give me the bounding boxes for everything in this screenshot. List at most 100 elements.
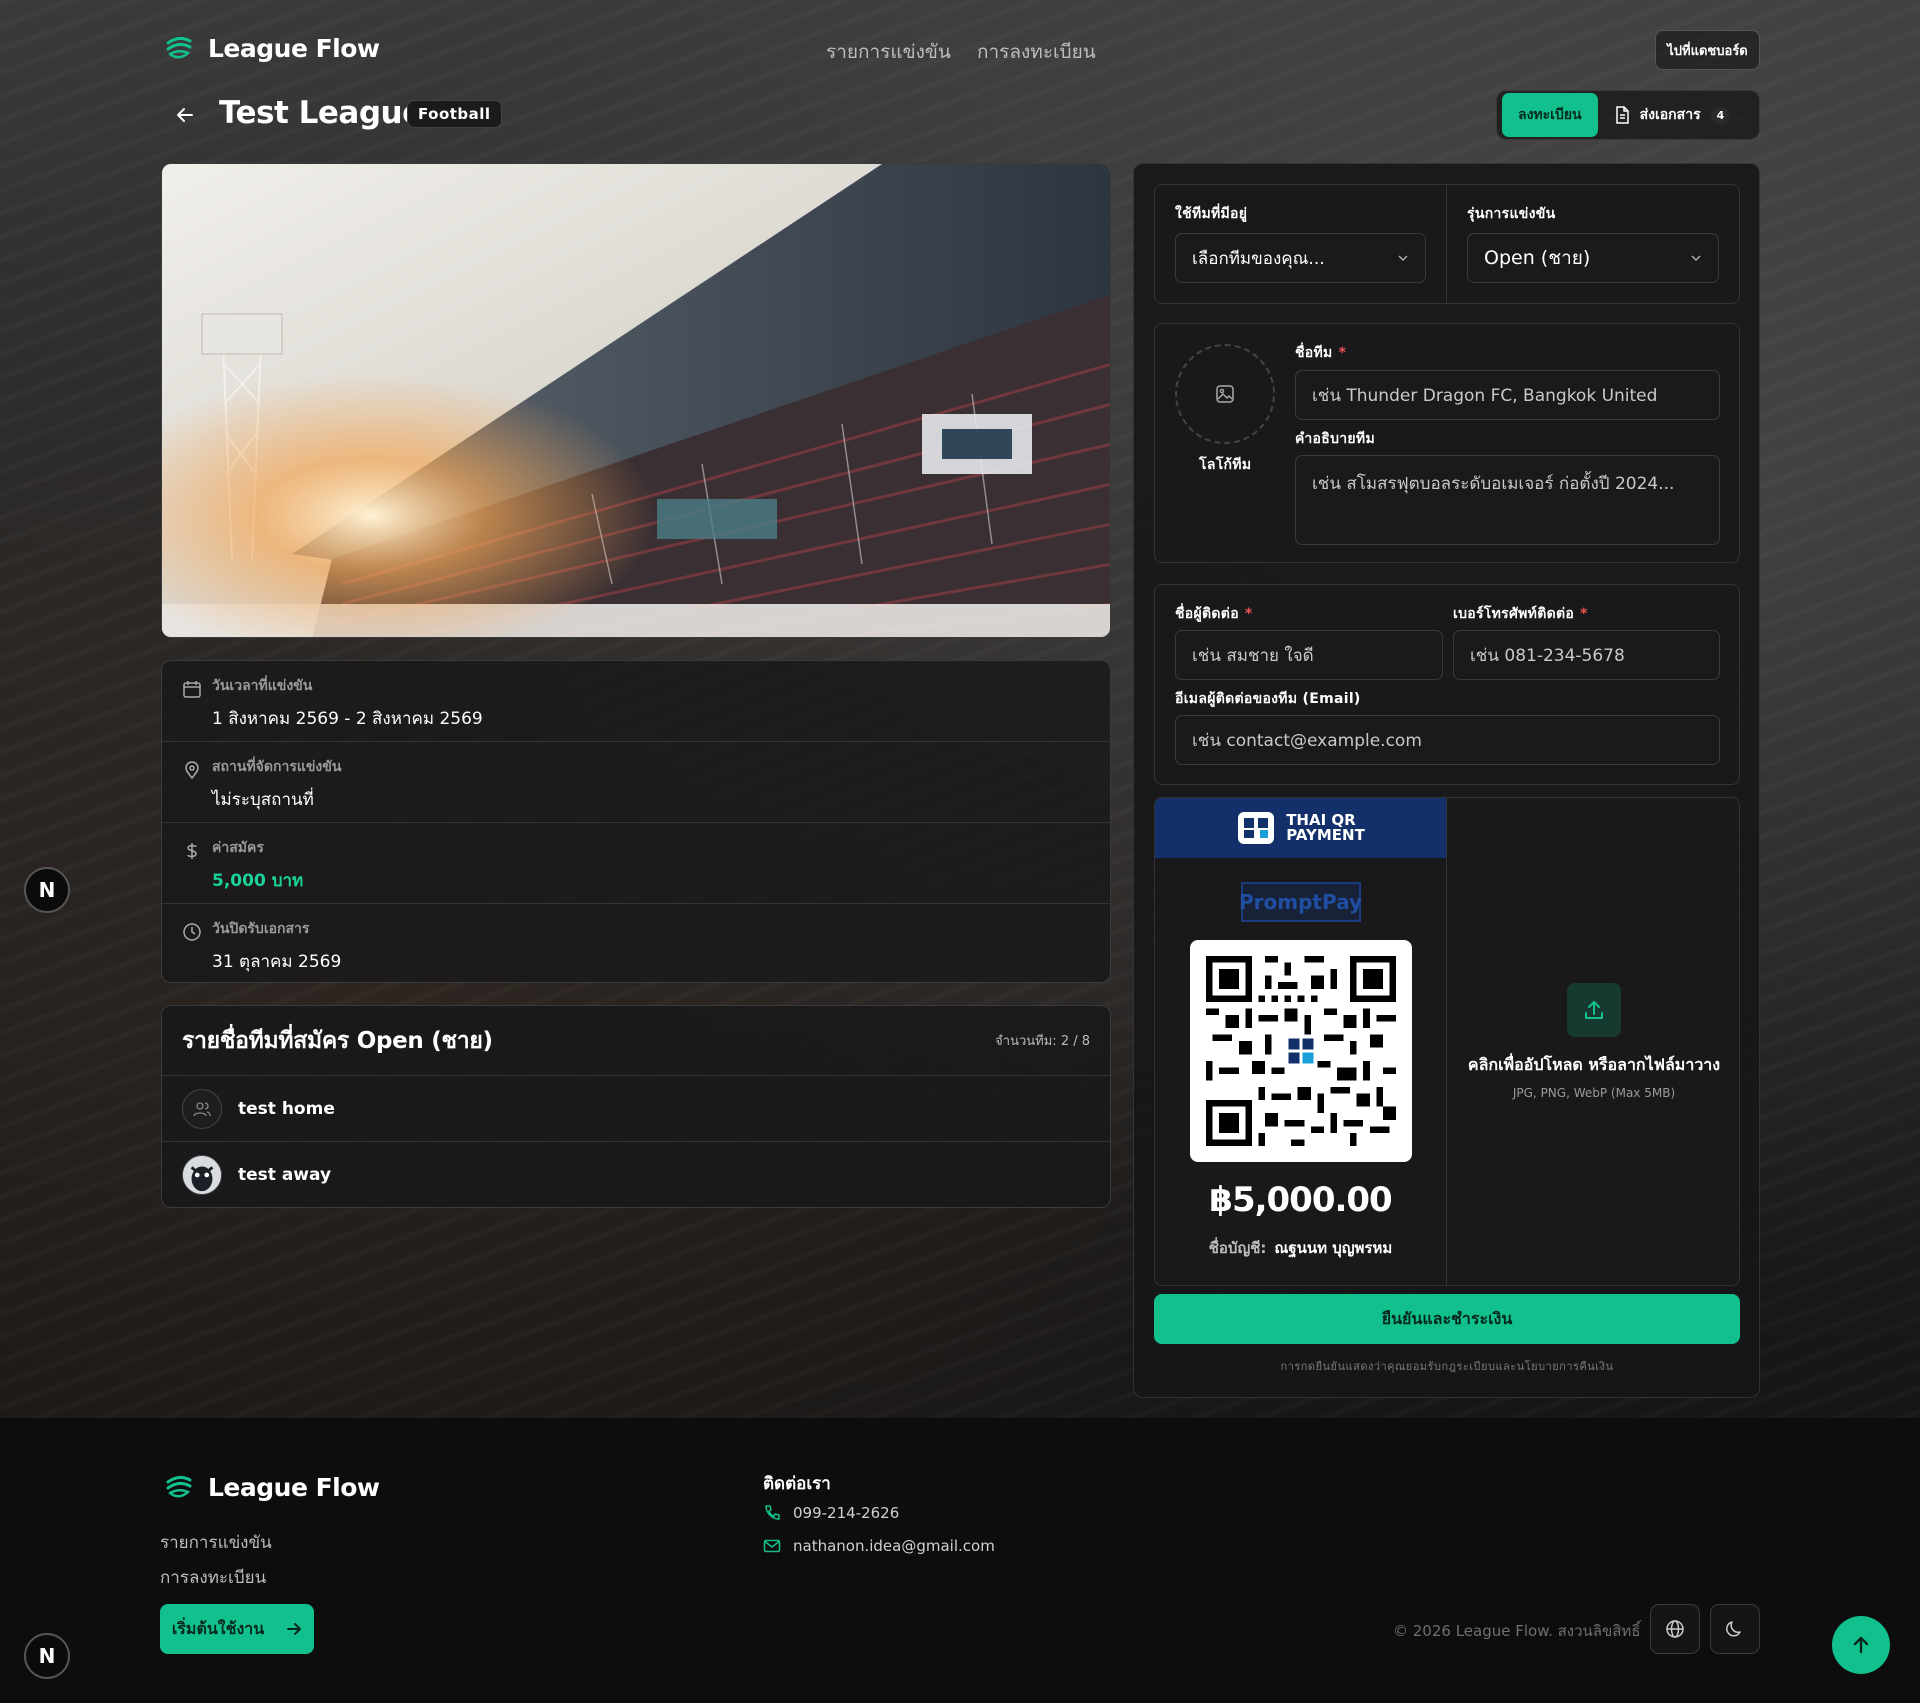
- contact-name-input[interactable]: เช่น สมชาย ใจดี: [1175, 630, 1443, 680]
- page-title: Test League: [219, 95, 423, 131]
- team-row[interactable]: test home: [162, 1076, 1110, 1142]
- footer-brand-logo[interactable]: League Flow: [164, 1472, 380, 1502]
- contact-title: ติดต่อเรา: [763, 1474, 831, 1494]
- calendar-icon: [183, 681, 201, 698]
- language-button[interactable]: [1650, 1604, 1700, 1654]
- promptpay-logo: PromptPay: [1238, 882, 1363, 922]
- info-row-venue: สถานที่จัดการแข่งขัน ไม่ระบุสถานที่: [162, 742, 1110, 823]
- upload-hint: JPG, PNG, WebP (Max 5MB): [1512, 1086, 1676, 1100]
- promptpay-text: PromptPay: [1238, 890, 1363, 914]
- upload-title: คลิกเพื่ออัปโหลด หรือลากไฟล์มาวาง: [1467, 1055, 1721, 1074]
- email-label: อีเมลผู้ติดต่อของทีม (Email): [1175, 691, 1361, 707]
- info-fee-value: 5,000 บาท: [212, 871, 304, 891]
- logo-upload[interactable]: [1175, 344, 1275, 444]
- users-icon: [193, 1101, 211, 1116]
- phone-icon: [765, 1505, 780, 1520]
- next-dev-badge[interactable]: N: [24, 867, 70, 913]
- arrow-right-icon: [287, 1623, 302, 1635]
- globe-icon: [1666, 1620, 1684, 1638]
- account-name: ณฐนนท บุญพรหม: [1274, 1239, 1393, 1257]
- tab-register[interactable]: ลงทะเบียน: [1502, 93, 1598, 137]
- footer-phone-text: 099-214-2626: [793, 1504, 900, 1522]
- get-started-label: เริ่มต้นใช้งาน: [171, 1618, 265, 1638]
- division-select[interactable]: Open (ชาย): [1467, 233, 1719, 283]
- document-icon: [1615, 106, 1629, 124]
- existing-team-select[interactable]: เลือกทีมของคุณ...: [1175, 233, 1426, 283]
- logo-label: โลโก้ทีม: [1199, 457, 1252, 473]
- phone-input[interactable]: เช่น 081-234-5678: [1453, 630, 1720, 680]
- team-name: test home: [238, 1098, 335, 1119]
- tab-documents[interactable]: ส่งเอกสาร 4: [1608, 104, 1737, 126]
- nav-link-registration[interactable]: การลงทะเบียน: [977, 37, 1096, 67]
- footer-email[interactable]: nathanon.idea@gmail.com: [763, 1537, 995, 1555]
- team-name-input[interactable]: เช่น Thunder Dragon FC, Bangkok United: [1295, 370, 1720, 420]
- account-key: ชื่อบัญชี:: [1208, 1239, 1267, 1257]
- info-date-label: วันเวลาที่แข่งขัน: [212, 678, 313, 694]
- footer-email-text: nathanon.idea@gmail.com: [793, 1537, 995, 1555]
- division-value: Open (ชาย): [1484, 247, 1591, 269]
- info-row-deadline: วันปิดรับเอกสาร 31 ตุลาคม 2569: [162, 904, 1110, 982]
- confirm-payment-button[interactable]: ยืนยันและชำระเงิน: [1154, 1294, 1740, 1344]
- teams-title: รายชื่อทีมที่สมัคร Open (ชาย): [182, 1027, 493, 1054]
- theme-toggle-button[interactable]: [1710, 1604, 1760, 1654]
- qr-payment-panel: THAI QR PAYMENT PromptPay ฿5,000.00 ชื่อ…: [1155, 798, 1447, 1285]
- info-row-date: วันเวลาที่แข่งขัน 1 สิงหาคม 2569 - 2 สิง…: [162, 661, 1110, 742]
- slip-upload-dropzone[interactable]: คลิกเพื่ออัปโหลด หรือลากไฟล์มาวาง JPG, P…: [1447, 798, 1739, 1285]
- payment-amount: ฿5,000.00: [1209, 1180, 1392, 1220]
- info-venue-label: สถานที่จัดการแข่งขัน: [212, 759, 342, 775]
- dollar-icon: [187, 843, 197, 859]
- info-row-fee: ค่าสมัคร 5,000 บาท: [162, 823, 1110, 904]
- back-arrow-icon[interactable]: [174, 104, 196, 126]
- arrow-up-icon: [1853, 1636, 1869, 1654]
- registered-teams-card: รายชื่อทีมที่สมัคร Open (ชาย) จำนวนทีม: …: [161, 1005, 1111, 1208]
- team-row[interactable]: test away: [162, 1142, 1110, 1207]
- footer-phone[interactable]: 099-214-2626: [763, 1504, 899, 1522]
- terms-note: การกดยืนยันแสดงว่าคุณยอมรับกฎระเบียบและน…: [1280, 1360, 1614, 1373]
- registration-form-panel: ใช้ทีมที่มีอยู่ เลือกทีมของคุณ... รุ่นกา…: [1133, 163, 1760, 1398]
- moon-icon: [1726, 1621, 1741, 1637]
- footer-brand-name: League Flow: [208, 1472, 380, 1502]
- mail-icon: [763, 1539, 781, 1553]
- scroll-to-top-button[interactable]: [1832, 1616, 1890, 1674]
- sport-badge: Football: [407, 100, 502, 128]
- team-placeholder-avatar: [182, 1088, 222, 1129]
- team-name-label: ชื่อทีม *: [1295, 345, 1347, 361]
- existing-team-label: ใช้ทีมที่มีอยู่: [1175, 206, 1248, 222]
- thai-qr-banner: THAI QR PAYMENT: [1155, 798, 1446, 858]
- next-dev-badge-bottom[interactable]: N: [24, 1633, 70, 1679]
- league-cover-image: [161, 163, 1111, 638]
- email-input[interactable]: เช่น contact@example.com: [1175, 715, 1720, 765]
- division-label: รุ่นการแข่งขัน: [1467, 206, 1556, 222]
- footer-link-registration[interactable]: การลงทะเบียน: [160, 1564, 266, 1591]
- payment-qr-code: [1189, 940, 1412, 1162]
- payment-section: THAI QR PAYMENT PromptPay ฿5,000.00 ชื่อ…: [1154, 797, 1740, 1286]
- footer: League Flow รายการแข่งขัน การลงทะเบียน เ…: [0, 1418, 1920, 1703]
- chevron-down-icon: [1398, 255, 1408, 262]
- dashboard-button[interactable]: ไปที่แดชบอร์ด: [1655, 30, 1760, 70]
- team-details-section: โลโก้ทีม ชื่อทีม * เช่น Thunder Dragon FC…: [1154, 323, 1740, 563]
- phone-label: เบอร์โทรศัพท์ติดต่อ *: [1453, 606, 1588, 622]
- map-pin-icon: [185, 761, 199, 780]
- event-info-card: วันเวลาที่แข่งขัน 1 สิงหาคม 2569 - 2 สิง…: [161, 660, 1111, 983]
- thai-qr-line2: PAYMENT: [1286, 826, 1365, 844]
- team-avatar: [182, 1155, 222, 1195]
- team-select-section: ใช้ทีมที่มีอยู่ เลือกทีมของคุณ... รุ่นกา…: [1154, 184, 1740, 304]
- get-started-button[interactable]: เริ่มต้นใช้งาน: [160, 1604, 314, 1654]
- teams-count: จำนวนทีม: 2 / 8: [995, 1034, 1090, 1049]
- existing-team-value: เลือกทีมของคุณ...: [1192, 248, 1325, 269]
- footer-link-competitions[interactable]: รายการแข่งขัน: [160, 1529, 272, 1556]
- clock-icon: [183, 923, 201, 941]
- info-date-value: 1 สิงหาคม 2569 - 2 สิงหาคม 2569: [212, 709, 483, 729]
- league-flow-logo-icon: [166, 1475, 192, 1498]
- contact-section: ชื่อผู้ติดต่อ * เช่น สมชาย ใจดี เบอร์โทรศ…: [1154, 584, 1740, 785]
- account-info: ชื่อบัญชี: ณฐนนท บุญพรหม: [1155, 1236, 1446, 1260]
- brand-logo[interactable]: League Flow: [164, 33, 380, 63]
- nav-link-competitions[interactable]: รายการแข่งขัน: [826, 37, 951, 67]
- team-name: test away: [238, 1165, 332, 1185]
- team-desc-textarea[interactable]: เช่น สโมสรฟุตบอลระดับอเมเจอร์ ก่อตั้งปี …: [1295, 455, 1720, 545]
- tab-documents-label: ส่งเอกสาร: [1639, 107, 1701, 123]
- info-deadline-label: วันปิดรับเอกสาร: [212, 921, 310, 937]
- info-fee-label: ค่าสมัคร: [212, 840, 264, 856]
- contact-name-label: ชื่อผู้ติดต่อ *: [1175, 606, 1253, 622]
- info-deadline-value: 31 ตุลาคม 2569: [212, 952, 342, 972]
